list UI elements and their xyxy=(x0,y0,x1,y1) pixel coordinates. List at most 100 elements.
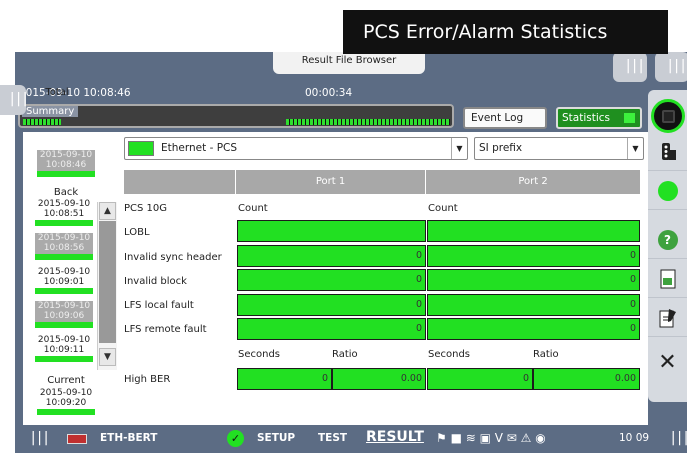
history-entry[interactable]: 2015-09-10 10:09:01 xyxy=(35,267,93,294)
port1-ber-seconds-cell: 0 xyxy=(237,368,332,390)
total-status-bar xyxy=(37,171,95,177)
entry-date: 2015-09-10 xyxy=(37,335,91,345)
row-label: LFS remote fault xyxy=(124,324,207,335)
check-icon: ✓ xyxy=(227,430,244,447)
entry-status-bar xyxy=(35,356,93,362)
prefix-select[interactable]: SI prefix ▼ xyxy=(474,137,644,160)
history-entry[interactable]: 2015-09-10 10:08:56 xyxy=(35,233,93,260)
port2-header: Port 2 xyxy=(426,170,640,194)
entry-date: 2015-09-10 xyxy=(37,301,91,311)
port1-count-header: Count xyxy=(238,203,268,214)
port1-ratio-header: Ratio xyxy=(332,349,358,360)
grip-icon[interactable]: ||| xyxy=(29,430,50,446)
prefix-select-value: SI prefix xyxy=(479,142,523,154)
entry-time: 10:09:06 xyxy=(43,311,85,321)
port2-ber-ratio-cell: 0.00 xyxy=(533,368,640,390)
grip-icon[interactable]: ||| xyxy=(669,430,687,446)
row-label: LOBL xyxy=(124,227,150,238)
current-label: Current xyxy=(47,375,85,386)
edit-icon xyxy=(659,308,676,327)
status-icons: ⚑ ■ ≋ ▣ V ✉ ⚠ ◉ xyxy=(436,431,546,445)
grip-icon: ||| xyxy=(666,58,687,74)
section-label: PCS 10G xyxy=(124,203,168,214)
row-label: Invalid sync header xyxy=(124,252,222,263)
side-toolbar: ? ✕ xyxy=(648,90,687,402)
status-dot-icon xyxy=(657,180,678,201)
traffic-light-icon[interactable] xyxy=(648,133,687,171)
scroll-up-button[interactable]: ▲ xyxy=(99,202,116,220)
stop-button[interactable] xyxy=(651,99,685,133)
event-log-button[interactable]: Event Log xyxy=(463,107,547,129)
port1-remote-fault-cell: 0 xyxy=(237,318,426,340)
total-date: 2015-09-10 xyxy=(39,150,93,160)
setup-tab[interactable]: SETUP xyxy=(257,432,295,444)
entry-status-bar xyxy=(35,288,93,294)
port2-ratio-header: Ratio xyxy=(533,349,559,360)
entry-status-bar xyxy=(35,322,93,328)
entry-date: 2015-09-10 xyxy=(37,267,91,277)
entry-time: 10:09:11 xyxy=(43,345,85,355)
port1-invalid-sync-cell: 0 xyxy=(237,245,426,267)
port1-lobl-cell xyxy=(237,220,426,242)
scroll-down-button[interactable]: ▼ xyxy=(99,348,116,366)
scroll-thumb[interactable] xyxy=(99,221,116,343)
total-entry[interactable]: 2015-09-10 10:08:46 xyxy=(37,150,95,177)
corner-grip-tab-2[interactable]: ||| xyxy=(655,52,687,82)
edit-button[interactable] xyxy=(648,299,687,337)
current-time: 10:09:20 xyxy=(45,398,87,408)
help-button[interactable]: ? xyxy=(648,221,687,259)
entry-time: 10:08:51 xyxy=(43,209,85,219)
entry-date: 2015-09-10 xyxy=(37,233,91,243)
test-tab[interactable]: TEST xyxy=(318,432,347,444)
table-header-blank xyxy=(124,170,235,194)
port1-ber-ratio-cell: 0.00 xyxy=(332,368,426,390)
page-title: PCS Error/Alarm Statistics xyxy=(343,10,668,54)
help-icon: ? xyxy=(657,229,678,250)
statistics-led xyxy=(624,113,635,123)
history-scrollbar[interactable]: ▲ ▼ xyxy=(97,202,117,370)
corner-grip-tab[interactable]: ||| xyxy=(613,52,647,82)
row-label: Invalid block xyxy=(124,276,187,287)
back-label: Back xyxy=(53,187,79,198)
screen: Result File Browser ||| ||| 2015-09-10 1… xyxy=(0,0,687,453)
entry-time: 10:09:01 xyxy=(43,277,85,287)
row-label: High BER xyxy=(124,374,171,385)
port2-seconds-header: Seconds xyxy=(428,349,471,360)
history-entry[interactable]: 2015-09-10 10:09:06 xyxy=(35,301,93,328)
summary-label: Summary xyxy=(22,106,79,117)
result-file-browser-tab[interactable]: Result File Browser xyxy=(273,52,425,74)
interface-select[interactable]: Ethernet - PCS ▼ xyxy=(124,137,468,160)
close-icon: ✕ xyxy=(658,349,677,375)
summary-indicator-left xyxy=(23,119,61,125)
entry-date: 2015-09-10 xyxy=(37,199,91,209)
total-label: Total xyxy=(45,87,69,98)
port2-ber-seconds-cell: 0 xyxy=(427,368,533,390)
clock: 10 09 xyxy=(619,432,650,444)
port1-invalid-block-cell: 0 xyxy=(237,269,426,291)
left-grip-tab[interactable]: ||| xyxy=(0,85,29,115)
port2-local-fault-cell: 0 xyxy=(427,294,640,316)
current-date: 2015-09-10 xyxy=(39,388,93,398)
statistics-button[interactable]: Statistics xyxy=(556,107,642,129)
result-tab[interactable]: RESULT xyxy=(366,429,424,445)
history-entry[interactable]: 2015-09-10 10:08:51 xyxy=(35,199,93,226)
app-icon xyxy=(67,434,87,444)
port2-invalid-sync-cell: 0 xyxy=(427,245,640,267)
report-button[interactable] xyxy=(648,260,687,298)
history-entry[interactable]: 2015-09-10 10:09:11 xyxy=(35,335,93,362)
close-button[interactable]: ✕ xyxy=(648,343,687,381)
summary-bar[interactable]: Summary xyxy=(18,104,454,128)
bottom-bar: ||| ETH-BERT ✓ SETUP TEST RESULT ⚑ ■ ≋ ▣… xyxy=(15,425,687,453)
report-icon xyxy=(660,269,675,288)
entry-status-bar xyxy=(35,220,93,226)
total-time: 10:08:46 xyxy=(45,160,87,170)
row-label: LFS local fault xyxy=(124,300,194,311)
current-status-bar xyxy=(37,409,95,415)
port2-count-header: Count xyxy=(428,203,458,214)
interface-select-value: Ethernet - PCS xyxy=(161,142,238,154)
current-entry[interactable]: 2015-09-10 10:09:20 xyxy=(37,388,95,415)
port1-seconds-header: Seconds xyxy=(238,349,281,360)
port2-lobl-cell xyxy=(427,220,640,242)
app-name[interactable]: ETH-BERT xyxy=(100,432,157,444)
status-indicator[interactable] xyxy=(648,172,687,210)
